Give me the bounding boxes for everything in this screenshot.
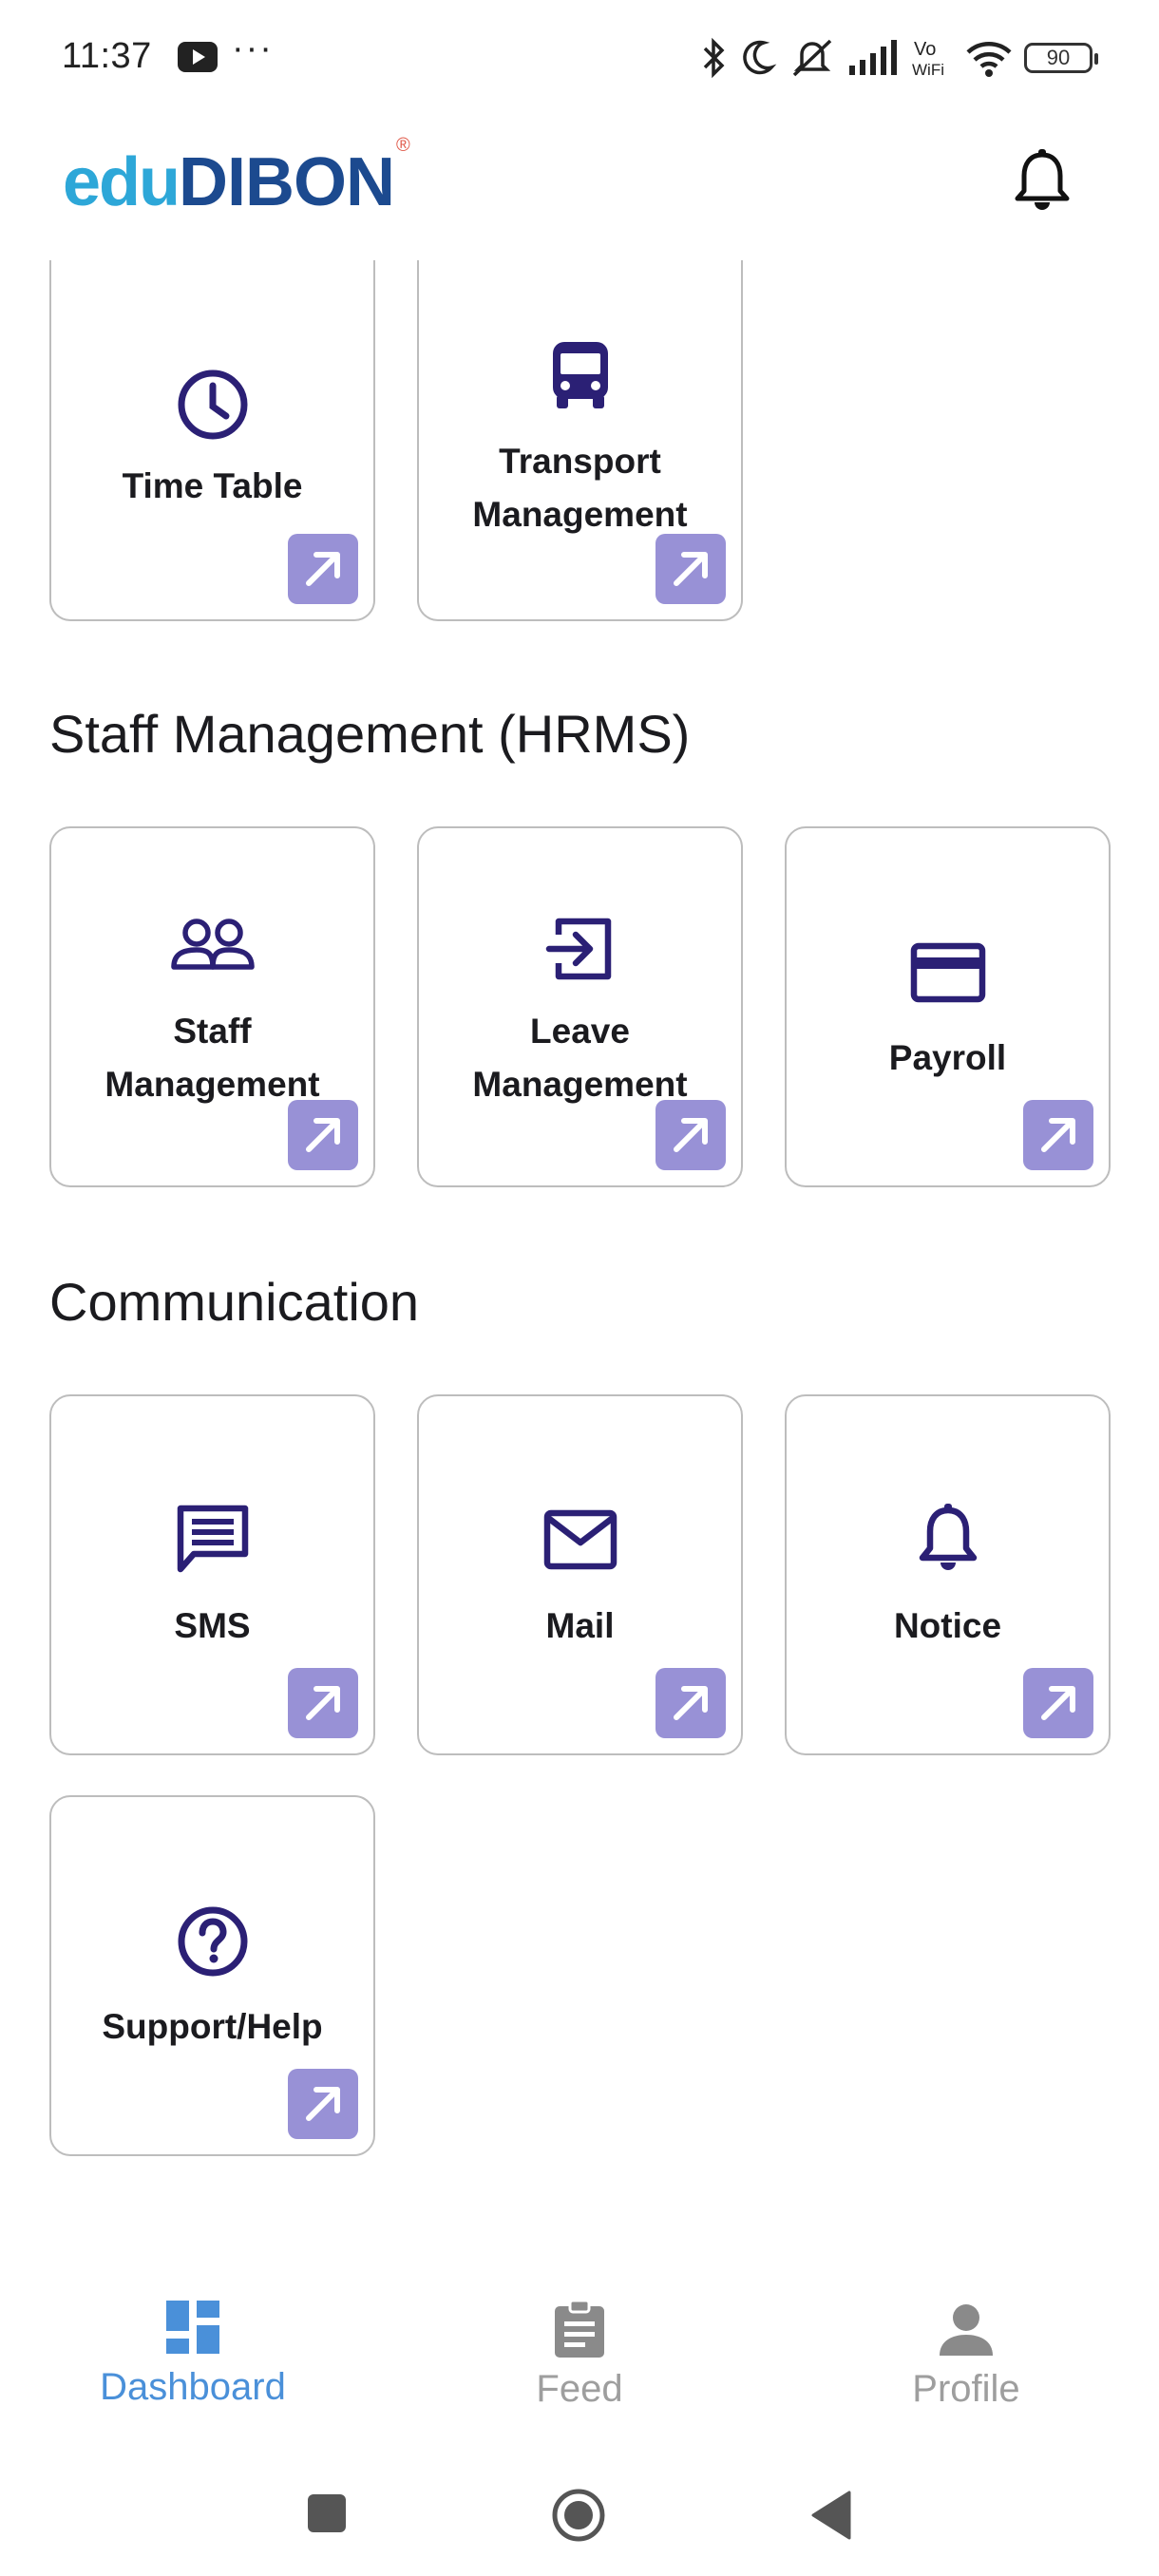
notification-bell-icon[interactable] — [1013, 147, 1072, 214]
section-title-communication: Communication — [49, 1272, 420, 1332]
recents-square-icon[interactable] — [306, 2492, 348, 2534]
mute-icon — [792, 39, 832, 77]
open-arrow-button[interactable] — [1023, 1668, 1093, 1738]
card-label: Notice — [893, 1606, 1002, 1645]
system-navigation-bar — [0, 2441, 1159, 2576]
card-payroll[interactable]: Payroll — [785, 826, 1111, 1187]
login-arrow-icon — [545, 918, 611, 980]
card-label: Mail — [545, 1606, 615, 1645]
arrow-up-right-icon — [1041, 1118, 1075, 1152]
back-triangle-icon[interactable] — [809, 2491, 853, 2540]
logo-dibon-text: DIBON — [179, 144, 395, 220]
arrow-up-right-icon — [306, 552, 340, 586]
open-arrow-button[interactable] — [656, 534, 726, 604]
open-arrow-button[interactable] — [288, 1100, 358, 1170]
card-notice[interactable]: Notice — [785, 1394, 1111, 1755]
card-staff-management[interactable]: Staff Management — [49, 826, 375, 1187]
signal-icon — [849, 40, 897, 75]
arrow-up-right-icon — [674, 552, 708, 586]
battery-level: 90 — [1046, 46, 1071, 69]
moon-icon — [743, 40, 777, 75]
arrow-up-right-icon — [1041, 1686, 1075, 1720]
status-time: 11:37 — [62, 36, 152, 76]
card-label: Time Table — [122, 466, 303, 505]
arrow-up-right-icon — [306, 1118, 340, 1152]
battery-icon: 90 — [1024, 43, 1098, 73]
logo-registered-mark: ® — [396, 135, 410, 156]
section-title-staff-management: Staff Management (HRMS) — [49, 704, 691, 764]
nav-label: Dashboard — [100, 2366, 286, 2408]
dashboard-icon — [166, 2301, 219, 2354]
help-circle-icon — [178, 1906, 247, 1977]
svg-text:Vo: Vo — [914, 39, 936, 60]
bus-icon — [552, 342, 608, 408]
card-support-help[interactable]: Support/Help — [49, 1795, 375, 2156]
open-arrow-button[interactable] — [656, 1668, 726, 1738]
home-circle-icon[interactable] — [550, 2487, 607, 2544]
status-more: ··· — [232, 28, 274, 68]
open-arrow-button[interactable] — [288, 1668, 358, 1738]
open-arrow-button[interactable] — [656, 1100, 726, 1170]
clock-icon — [178, 369, 247, 440]
bell-icon — [919, 1504, 977, 1570]
open-arrow-button[interactable] — [1023, 1100, 1093, 1170]
open-arrow-button[interactable] — [288, 2069, 358, 2139]
nav-label: Feed — [536, 2368, 623, 2410]
vowifi-icon: VoWiFi — [912, 39, 944, 79]
card-mail[interactable]: Mail — [417, 1394, 743, 1755]
card-label-line1: Staff — [173, 1012, 252, 1051]
card-sms[interactable]: SMS — [49, 1394, 375, 1755]
nav-item-dashboard[interactable]: Dashboard — [50, 2299, 335, 2409]
logo-edu-text: edu — [63, 144, 180, 220]
wifi-icon — [966, 42, 1012, 77]
status-bar: 11:37 ··· Vo WiFi 90 — [0, 0, 1159, 114]
card-label: SMS — [174, 1606, 251, 1645]
card-time-table[interactable]: Time Table — [49, 260, 375, 621]
nav-item-profile[interactable]: Profile — [824, 2299, 1109, 2411]
open-arrow-button[interactable] — [288, 534, 358, 604]
status-icons: Vo WiFi 90 — [699, 34, 1098, 82]
card-transport-management[interactable]: Transport Management — [417, 260, 743, 621]
arrow-up-right-icon — [674, 1686, 708, 1720]
mail-icon — [543, 1509, 617, 1570]
nav-label: Profile — [912, 2368, 1020, 2410]
people-icon — [170, 919, 255, 970]
card-label-line1: Leave — [530, 1012, 630, 1051]
arrow-up-right-icon — [306, 2087, 340, 2121]
youtube-icon — [178, 42, 218, 72]
card-label: Support/Help — [102, 2007, 323, 2046]
svg-text:WiFi: WiFi — [912, 61, 944, 79]
arrow-up-right-icon — [674, 1118, 708, 1152]
card-label-line1: Transport — [499, 442, 661, 481]
nav-item-feed[interactable]: Feed — [437, 2299, 722, 2411]
message-icon — [177, 1505, 248, 1573]
bluetooth-icon — [703, 37, 725, 79]
card-leave-management[interactable]: Leave Management — [417, 826, 743, 1187]
app-logo: edu DIBON ® — [63, 135, 410, 220]
card-label: Payroll — [888, 1038, 1007, 1077]
clipboard-icon — [555, 2299, 604, 2358]
person-icon — [940, 2304, 993, 2356]
arrow-up-right-icon — [306, 1686, 340, 1720]
credit-card-icon — [910, 942, 985, 1003]
